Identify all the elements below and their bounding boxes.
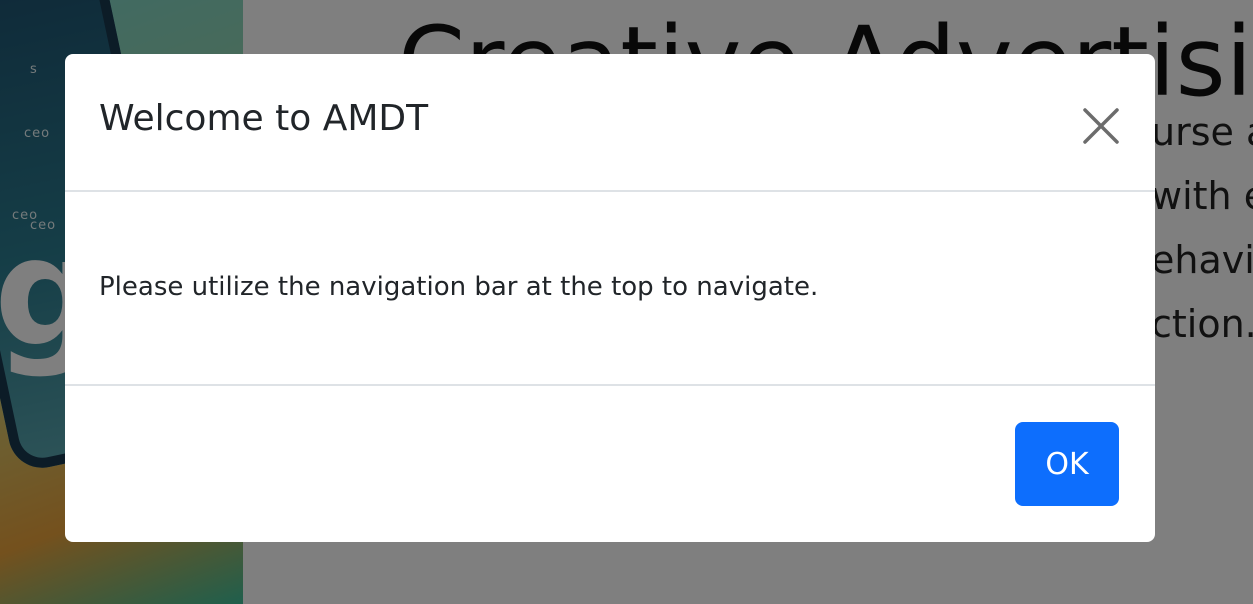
modal-message: Please utilize the navigation bar at the… — [99, 272, 819, 302]
modal-title: Welcome to AMDT — [99, 98, 429, 139]
ok-button[interactable]: OK — [1015, 422, 1119, 506]
modal-body: Please utilize the navigation bar at the… — [65, 192, 1155, 386]
close-icon — [1083, 108, 1119, 144]
close-button[interactable] — [1075, 100, 1127, 152]
modal-footer: OK — [65, 386, 1155, 542]
page: s ceo ceo ceo g Creative Advertisin urse… — [0, 0, 1253, 604]
welcome-modal: Welcome to AMDT Please utilize the navig… — [65, 54, 1155, 542]
modal-header: Welcome to AMDT — [65, 54, 1155, 192]
